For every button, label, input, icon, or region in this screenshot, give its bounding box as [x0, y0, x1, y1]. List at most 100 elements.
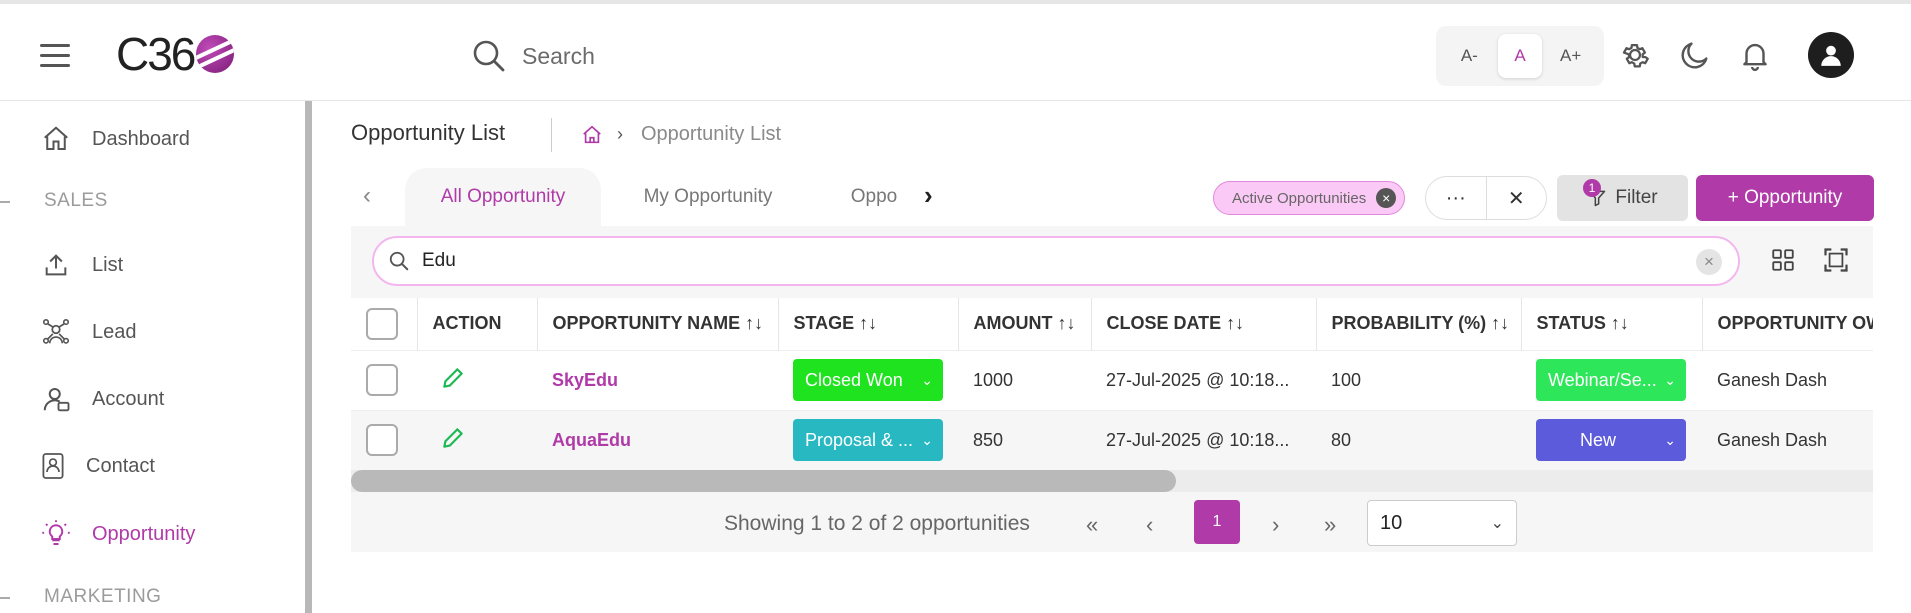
- title-divider: [551, 118, 552, 152]
- active-view-chip: Active Opportunities ×: [1213, 181, 1406, 215]
- status-dropdown[interactable]: Webinar/Se... ⌄: [1536, 359, 1686, 401]
- more-options-button[interactable]: ···: [1426, 177, 1487, 219]
- page-size-select[interactable]: 10 ⌄: [1367, 500, 1517, 546]
- font-increase-button[interactable]: A+: [1549, 34, 1593, 78]
- next-page-icon[interactable]: ›: [1272, 512, 1279, 538]
- column-header-probability[interactable]: PROBABILITY (%) ↑↓: [1316, 298, 1522, 350]
- tab-scroll-right-icon[interactable]: ›: [924, 180, 933, 211]
- sidebar-item-label: Contact: [86, 454, 155, 477]
- moon-icon[interactable]: [1678, 38, 1712, 72]
- filter-label: Filter: [1615, 187, 1658, 208]
- add-opportunity-button[interactable]: + Opportunity: [1696, 175, 1874, 221]
- table-row: AquaEdu Proposal & ... ⌄ 850 27-Jul-2025 …: [351, 409, 1873, 470]
- breadcrumb-chevron-icon: ›: [617, 124, 623, 144]
- top-header: C36 Search A- A A+: [0, 0, 1911, 101]
- column-header-opportunity-name[interactable]: OPPORTUNITY NAME ↑↓: [537, 298, 779, 350]
- row-checkbox[interactable]: [366, 424, 398, 457]
- action-cell: [417, 409, 537, 470]
- font-decrease-button[interactable]: A-: [1447, 34, 1491, 78]
- opportunity-name-link[interactable]: SkyEdu: [552, 370, 618, 390]
- sidebar-item-opportunity[interactable]: Opportunity: [40, 514, 195, 554]
- row-select-cell: [351, 349, 417, 410]
- current-page-button[interactable]: 1: [1194, 500, 1240, 544]
- opportunity-name-cell: AquaEdu: [537, 409, 778, 470]
- first-page-icon[interactable]: «: [1086, 512, 1098, 538]
- chevron-down-icon: ⌄: [1664, 431, 1676, 448]
- global-search[interactable]: Search: [472, 34, 595, 78]
- sidebar-section-marketing: MARKETING: [44, 586, 162, 607]
- sidebar-item-account[interactable]: Account: [40, 379, 164, 419]
- column-header-stage[interactable]: STAGE ↑↓: [778, 298, 959, 350]
- column-header-opportunity-owner[interactable]: OPPORTUNITY OW: [1702, 298, 1873, 350]
- fullscreen-icon[interactable]: [1822, 246, 1850, 274]
- breadcrumb-current: Opportunity List: [641, 123, 782, 145]
- horizontal-scrollbar[interactable]: [351, 470, 1873, 492]
- bell-icon[interactable]: [1738, 38, 1772, 72]
- sidebar-item-contact[interactable]: Contact: [40, 446, 155, 486]
- chip-label: Active Opportunities: [1232, 189, 1367, 207]
- stage-value: Proposal & ...: [805, 429, 914, 450]
- probability-cell: 100: [1316, 349, 1521, 410]
- sidebar-item-list[interactable]: List: [40, 245, 123, 285]
- pencil-edit-icon[interactable]: [440, 365, 466, 391]
- column-header-amount[interactable]: AMOUNT ↑↓: [958, 298, 1092, 350]
- column-header-close-date[interactable]: CLOSE DATE ↑↓: [1091, 298, 1317, 350]
- row-checkbox[interactable]: [366, 364, 398, 396]
- status-value: New: [1580, 429, 1617, 450]
- font-normal-button[interactable]: A: [1497, 34, 1542, 78]
- app-logo[interactable]: C36: [116, 28, 235, 80]
- filter-button[interactable]: 1 Filter: [1557, 175, 1688, 221]
- global-search-placeholder: Search: [522, 42, 595, 69]
- sidebar-item-dashboard[interactable]: Dashboard: [40, 119, 190, 159]
- page-size-value: 10: [1380, 511, 1403, 534]
- stage-dropdown[interactable]: Proposal & ... ⌄: [793, 419, 943, 462]
- filter-count-badge: 1: [1583, 179, 1601, 197]
- status-cell: Webinar/Se... ⌄: [1521, 349, 1702, 410]
- action-cell: [417, 349, 537, 410]
- close-date-cell: 27-Jul-2025 @ 10:18...: [1091, 349, 1316, 410]
- sidebar-section-sales: SALES: [44, 190, 108, 211]
- pagination-summary: Showing 1 to 2 of 2 opportunities: [724, 512, 1030, 535]
- stage-dropdown[interactable]: Closed Won ⌄: [793, 359, 943, 401]
- probability-cell: 80: [1316, 409, 1521, 470]
- user-account-icon: [40, 383, 72, 415]
- sidebar-item-label: Dashboard: [92, 127, 190, 150]
- breadcrumb-home-icon[interactable]: [581, 124, 603, 146]
- sidebar-item-lead[interactable]: Lead: [40, 312, 137, 352]
- chevron-down-icon: ⌄: [921, 371, 933, 388]
- view-actions-group: ··· ✕: [1425, 176, 1547, 220]
- gear-icon[interactable]: [1618, 38, 1652, 72]
- table-search[interactable]: ×: [372, 236, 1740, 286]
- close-view-button[interactable]: ✕: [1487, 177, 1547, 219]
- chevron-down-icon: ⌄: [1664, 371, 1676, 388]
- opportunity-table: ACTION OPPORTUNITY NAME ↑↓ STAGE ↑↓ AMOU…: [351, 298, 1873, 470]
- contact-card-icon: [40, 450, 66, 482]
- clear-search-icon[interactable]: ×: [1696, 249, 1722, 275]
- tab-my-opportunity[interactable]: My Opportunity: [613, 168, 803, 226]
- grid-view-icon[interactable]: [1770, 247, 1796, 273]
- tab-scroll-left-icon[interactable]: ‹: [363, 182, 371, 210]
- select-all-checkbox[interactable]: [366, 307, 398, 340]
- pagination: Showing 1 to 2 of 2 opportunities « ‹ 1 …: [351, 496, 1873, 552]
- owner-cell: Ganesh Dash: [1702, 349, 1873, 410]
- status-dropdown[interactable]: New ⌄: [1536, 419, 1686, 462]
- table-header-row: ACTION OPPORTUNITY NAME ↑↓ STAGE ↑↓ AMOU…: [351, 298, 1873, 350]
- chip-remove-icon[interactable]: ×: [1376, 188, 1397, 208]
- status-cell: New ⌄: [1521, 409, 1702, 470]
- user-avatar[interactable]: [1808, 32, 1854, 78]
- user-icon: [1821, 45, 1841, 66]
- column-header-status[interactable]: STATUS ↑↓: [1521, 298, 1703, 350]
- last-page-icon[interactable]: »: [1324, 512, 1336, 538]
- tab-opportunity-truncated[interactable]: Oppo: [839, 168, 909, 226]
- close-date-cell: 27-Jul-2025 @ 10:18...: [1091, 409, 1316, 470]
- opportunity-name-link[interactable]: AquaEdu: [552, 430, 631, 450]
- hamburger-menu-icon[interactable]: [40, 44, 70, 67]
- table-search-input[interactable]: [422, 250, 1672, 272]
- section-dash: [0, 597, 10, 599]
- stage-cell: Closed Won ⌄: [778, 349, 958, 410]
- pencil-edit-icon[interactable]: [440, 425, 466, 451]
- tab-all-opportunity[interactable]: All Opportunity: [405, 168, 601, 226]
- previous-page-icon[interactable]: ‹: [1146, 512, 1153, 538]
- section-dash: [0, 201, 10, 203]
- scrollbar-thumb[interactable]: [351, 470, 1176, 492]
